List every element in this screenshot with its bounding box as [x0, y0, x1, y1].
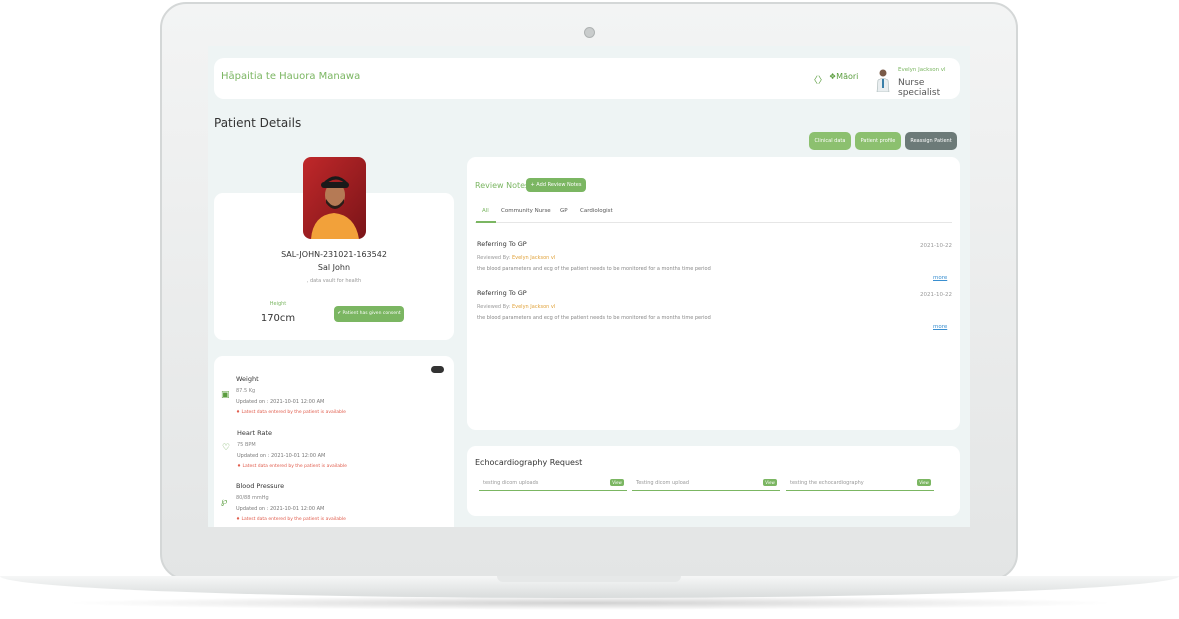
vitals-toggle[interactable] — [431, 366, 444, 373]
chat-icon[interactable]: 〈〉 — [809, 73, 827, 86]
patient-profile-button[interactable]: Patient profile — [855, 132, 901, 150]
note-title: Referring To GP — [477, 240, 527, 248]
add-review-notes-button[interactable]: + Add Review Notes — [526, 178, 586, 192]
vital-value: 75 BPM — [237, 442, 256, 448]
weight-icon: ▣ — [221, 390, 230, 400]
laptop-notch — [497, 576, 681, 582]
height-label: Height — [269, 301, 287, 307]
tab-all[interactable]: All — [482, 208, 489, 214]
note-reviewer: Reviewed By: Evelyn Jackson vl — [477, 304, 556, 310]
note-date: 2021-10-22 — [920, 243, 952, 249]
laptop-shadow — [60, 596, 1120, 610]
note-title: Referring To GP — [477, 289, 527, 297]
vital-alert: ♦ Latest data entered by the patient is … — [236, 517, 346, 522]
review-notes-card — [467, 157, 960, 430]
review-notes-title: Review Notes — [475, 181, 530, 190]
note-text: the blood parameters and ecg of the pati… — [477, 266, 711, 272]
vital-updated: Updated on : 2021-10-01 12:00 AM — [236, 506, 325, 512]
tab-community-nurse[interactable]: Community Nurse — [501, 208, 551, 214]
vital-alert: ♦ Latest data entered by the patient is … — [236, 410, 346, 415]
note-more-link[interactable]: more — [933, 324, 947, 330]
app-screen: Hāpaitia te Hauora Manawa 〈〉 ❖Māori Evel… — [208, 46, 970, 527]
patient-id: SAL-JOHN-231021-163542 — [281, 250, 387, 259]
tab-divider — [475, 222, 952, 223]
tab-cardiologist[interactable]: Cardiologist — [580, 208, 613, 214]
echo-request-item: Testing dicom upload View — [632, 478, 780, 491]
vital-value: 80/88 mmHg — [236, 495, 269, 501]
language-label: Māori — [836, 72, 859, 81]
tab-gp[interactable]: GP — [560, 208, 568, 214]
language-switch[interactable]: ❖Māori — [829, 72, 858, 81]
note-more-link[interactable]: more — [933, 275, 947, 281]
check-icon: ✔ — [337, 311, 342, 316]
echo-request-item: testing dicom uploads View — [479, 478, 627, 491]
clinical-data-button[interactable]: Clinical data — [809, 132, 851, 150]
echo-item-label: Testing dicom upload — [636, 480, 690, 486]
vital-updated: Updated on : 2021-10-01 12:00 AM — [237, 453, 326, 459]
view-button[interactable]: View — [917, 479, 931, 486]
top-bar: Hāpaitia te Hauora Manawa 〈〉 ❖Māori Evel… — [214, 58, 960, 99]
vital-title: Weight — [236, 375, 259, 383]
vital-updated: Updated on : 2021-10-01 12:00 AM — [236, 399, 325, 405]
reassign-patient-button[interactable]: Reassign Patient — [905, 132, 957, 150]
view-button[interactable]: View — [763, 479, 777, 486]
note-reviewer: Reviewed By: Evelyn Jackson vl — [477, 255, 556, 261]
note-date: 2021-10-22 — [920, 292, 952, 298]
vital-title: Heart Rate — [237, 429, 273, 437]
page-title: Patient Details — [214, 116, 302, 130]
echo-item-label: testing the echocardiography — [790, 480, 864, 486]
user-role: Nurse specialist — [898, 78, 941, 98]
consent-badge: ✔ Patient has given consent — [334, 306, 404, 322]
note-text: the blood parameters and ecg of the pati… — [477, 315, 711, 321]
user-avatar[interactable] — [876, 68, 890, 92]
brand-title[interactable]: Hāpaitia te Hauora Manawa — [221, 71, 360, 82]
active-tab-indicator — [476, 221, 496, 223]
vital-title: Blood Pressure — [236, 482, 285, 490]
echo-request-item: testing the echocardiography View — [786, 478, 934, 491]
consent-label: Patient has given consent — [342, 311, 401, 316]
vital-alert: ♦ Latest data entered by the patient is … — [237, 464, 347, 469]
echo-item-label: testing dicom uploads — [483, 480, 539, 486]
patient-photo — [303, 157, 366, 239]
stethoscope-icon: ℘ — [221, 497, 228, 507]
heart-icon: ♡ — [222, 443, 231, 453]
vital-value: 87.5 Kg — [236, 388, 256, 394]
camera-icon — [584, 27, 595, 38]
patient-tagline: , data vault for health — [306, 278, 362, 284]
patient-name: Sal John — [317, 263, 351, 272]
echo-title: Echocardiography Request — [475, 458, 583, 467]
user-name: Evelyn Jackson vl — [898, 67, 946, 73]
height-value: 170cm — [260, 313, 296, 324]
view-button[interactable]: View — [610, 479, 624, 486]
